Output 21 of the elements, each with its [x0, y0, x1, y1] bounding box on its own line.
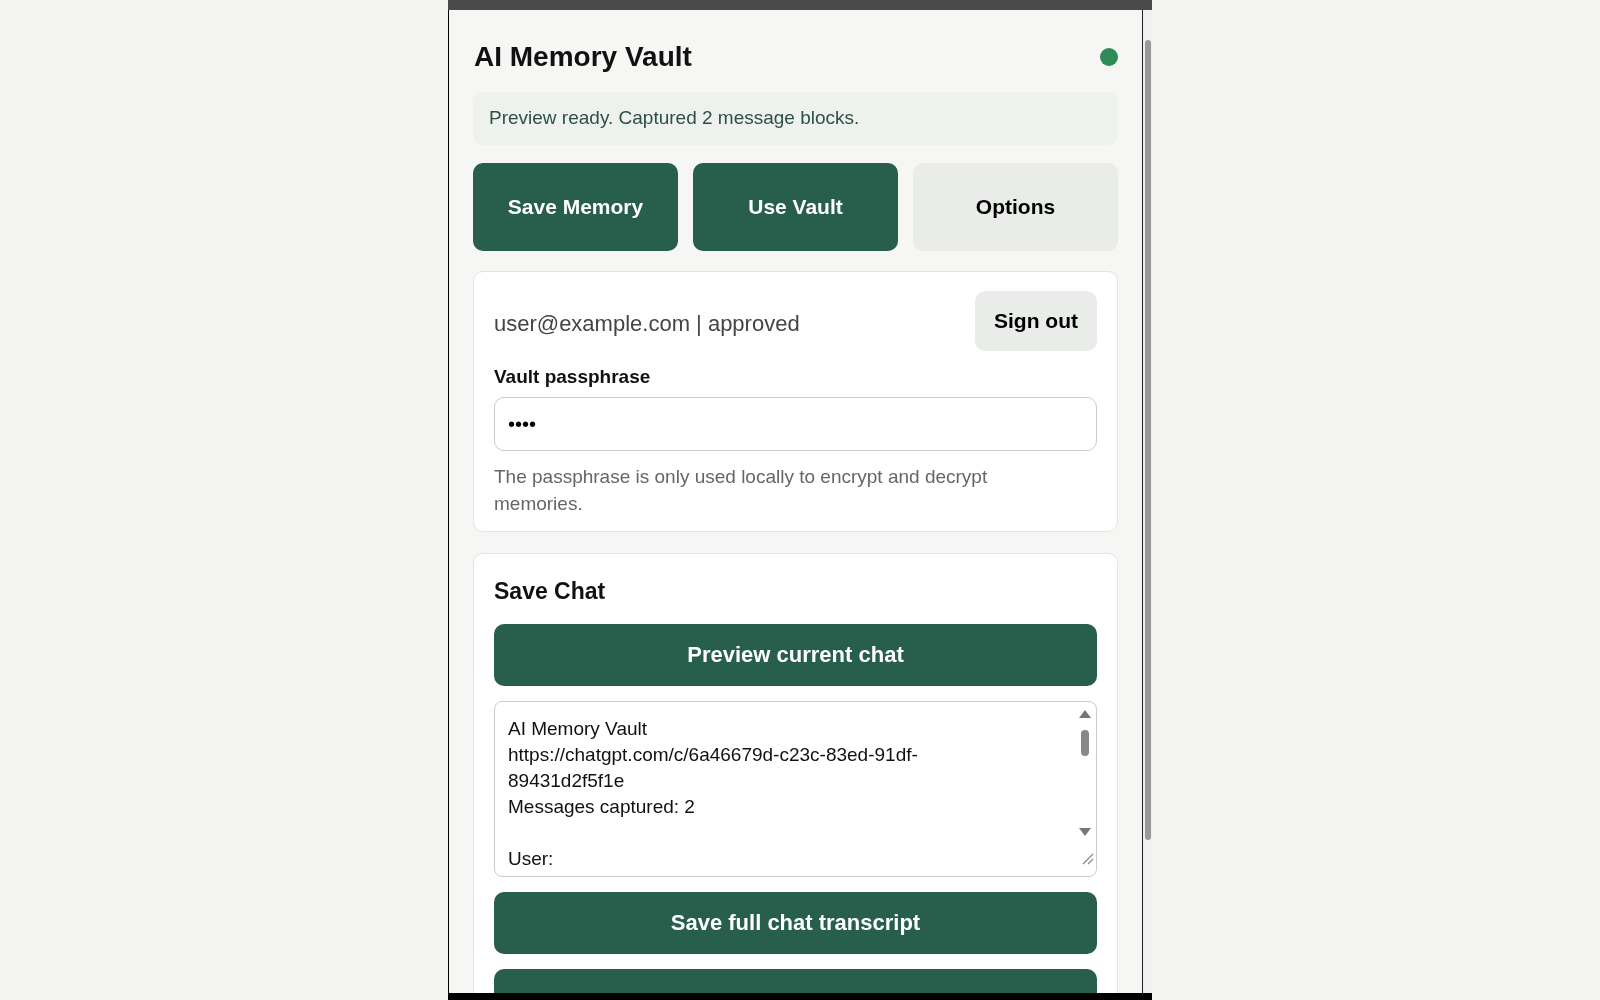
sign-out-button[interactable]: Sign out — [975, 290, 1097, 351]
preview-line: AI Memory Vault — [508, 716, 649, 741]
page-scrollbar[interactable] — [1142, 10, 1152, 993]
preview-textarea[interactable]: AI Memory Vault https://chatgpt.com/c/6a46679d-c23c-83ed-91df-89431d2f5f1e Messages captured: 2 User: — [494, 700, 1097, 877]
section-title: Save Chat — [494, 577, 607, 606]
scrollbar-thumb[interactable] — [1144, 40, 1151, 840]
preview-line: User: — [508, 846, 555, 871]
app-title: AI Memory Vault — [473, 40, 692, 74]
passphrase-field[interactable]: •••• — [494, 397, 1097, 451]
preview-button[interactable]: Preview current chat — [494, 623, 1097, 686]
nav-button[interactable]: Options — [913, 162, 1118, 251]
nav-button[interactable]: Save Memory — [473, 162, 678, 251]
save-transcript-button[interactable]: Save full chat transcript — [494, 891, 1097, 954]
account-status: user@example.com | approved — [494, 310, 800, 338]
preview-line: Messages captured: 2 — [508, 794, 696, 819]
status-message: Preview ready. Captured 2 message blocks. — [473, 92, 1118, 145]
help-text: The passphrase is only used locally to encrypt and decrypt memories. — [494, 465, 989, 516]
nav-button[interactable]: Use Vault — [693, 162, 898, 251]
preview-line: https://chatgpt.com/c/6a46679d-c23c-83ed-91df-89431d2f5f1e — [508, 742, 919, 793]
action-button[interactable] — [494, 968, 1097, 993]
field-label: Vault passphrase — [494, 364, 652, 389]
